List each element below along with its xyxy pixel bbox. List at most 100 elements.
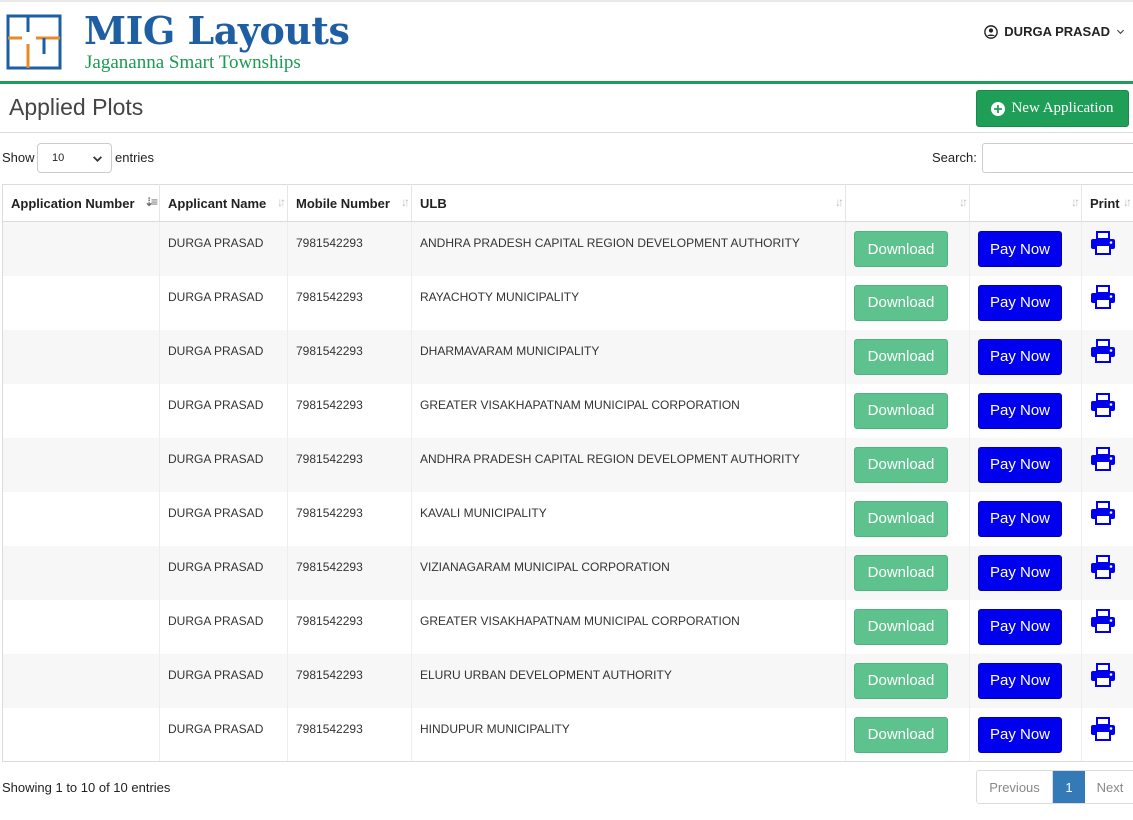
- pay-now-button[interactable]: Pay Now: [978, 716, 1062, 753]
- ulb-cell: DHARMAVARAM MUNICIPALITY: [411, 329, 846, 384]
- sort-icon: ↓↑: [277, 195, 286, 209]
- search-label: Search:: [932, 150, 977, 165]
- download-button[interactable]: Download: [854, 231, 948, 267]
- table-row: DURGA PRASAD 7981542293 DHARMAVARAM MUNICI…: [2, 329, 1133, 384]
- download-cell: Download: [845, 491, 970, 546]
- table-row: DURGA PRASAD 7981542293 GREATER VISAKHAPAT…: [2, 599, 1133, 654]
- ulb-cell: HINDUPUR MUNICIPALITY: [411, 707, 846, 762]
- pay-now-button[interactable]: Pay Now: [978, 231, 1062, 267]
- applicant-name-cell: DURGA PRASAD: [159, 221, 288, 276]
- download-button[interactable]: Download: [854, 338, 948, 375]
- download-button[interactable]: Download: [854, 608, 948, 645]
- pay-now-button[interactable]: Pay Now: [978, 446, 1062, 483]
- title-divider: [0, 132, 1133, 133]
- application-number-cell: [2, 599, 160, 654]
- print-cell: [1081, 653, 1133, 708]
- pay-now-button[interactable]: Pay Now: [978, 662, 1062, 699]
- mobile-number-cell: 7981542293: [287, 545, 412, 600]
- pay-cell: Pay Now: [969, 383, 1082, 438]
- mobile-number-cell: 7981542293: [287, 329, 412, 384]
- mobile-number-cell: 7981542293: [287, 275, 412, 330]
- download-button[interactable]: Download: [854, 716, 948, 753]
- download-button[interactable]: Download: [854, 500, 948, 537]
- pay-cell: Pay Now: [969, 599, 1082, 654]
- sort-icon: ⇣≡: [143, 195, 158, 209]
- entries-select[interactable]: 10: [37, 143, 112, 173]
- application-number-cell: [2, 329, 160, 384]
- printer-icon[interactable]: [1090, 554, 1116, 579]
- printer-icon[interactable]: [1090, 284, 1116, 309]
- pay-now-button[interactable]: Pay Now: [978, 608, 1062, 645]
- mobile-number-cell: 7981542293: [287, 653, 412, 708]
- col-application-number-header[interactable]: Application Number ⇣≡: [2, 184, 160, 222]
- table-info: Showing 1 to 10 of 10 entries: [2, 780, 171, 795]
- printer-icon[interactable]: [1090, 608, 1116, 633]
- download-button[interactable]: Download: [854, 284, 948, 321]
- pay-now-button[interactable]: Pay Now: [978, 338, 1062, 375]
- printer-icon[interactable]: [1090, 662, 1116, 687]
- ulb-cell: GREATER VISAKHAPATNAM MUNICIPAL CORPORAT…: [411, 383, 846, 438]
- table-body: DURGA PRASAD 7981542293 ANDHRA PRADESH CAP…: [2, 221, 1133, 762]
- applicant-name-cell: DURGA PRASAD: [159, 653, 288, 708]
- application-number-cell: [2, 653, 160, 708]
- table-row: DURGA PRASAD 7981542293 RAYACHOTY MUNICIPA…: [2, 275, 1133, 330]
- download-cell: Download: [845, 437, 970, 492]
- print-cell: [1081, 707, 1133, 762]
- col-applicant-name-header[interactable]: Applicant Name ↓↑: [159, 184, 288, 222]
- sort-icon: ↓↑: [1071, 195, 1080, 209]
- download-button[interactable]: Download: [854, 554, 948, 591]
- print-cell: [1081, 383, 1133, 438]
- sort-icon: ↓↑: [835, 195, 844, 209]
- column-header-label: Applicant Name: [168, 195, 267, 211]
- col-pay-header[interactable]: ↓↑: [969, 184, 1082, 222]
- printer-icon[interactable]: [1090, 338, 1116, 363]
- site-header: MIG Layouts Jagananna Smart Townships DU…: [0, 2, 1133, 82]
- applicant-name-cell: DURGA PRASAD: [159, 545, 288, 600]
- search-input[interactable]: [982, 143, 1133, 173]
- application-number-cell: [2, 437, 160, 492]
- printer-icon[interactable]: [1090, 716, 1116, 741]
- col-mobile-number-header[interactable]: Mobile Number ↓↑: [287, 184, 412, 222]
- page-1-button[interactable]: 1: [1053, 771, 1085, 803]
- printer-icon[interactable]: [1090, 446, 1116, 471]
- user-name: DURGA PRASAD: [1004, 24, 1110, 39]
- plus-circle-icon: [991, 101, 1006, 116]
- ulb-cell: ANDHRA PRADESH CAPITAL REGION DEVELOPMEN…: [411, 221, 846, 276]
- applicant-name-cell: DURGA PRASAD: [159, 383, 288, 438]
- print-cell: [1081, 599, 1133, 654]
- new-application-button[interactable]: New Application: [976, 90, 1129, 127]
- printer-icon[interactable]: [1090, 231, 1116, 255]
- table-row: DURGA PRASAD 7981542293 HINDUPUR MUNICIPAL…: [2, 707, 1133, 762]
- application-number-cell: [2, 545, 160, 600]
- user-menu[interactable]: DURGA PRASAD: [984, 24, 1125, 39]
- previous-page-button[interactable]: Previous: [977, 771, 1053, 803]
- column-header-label: ULB: [420, 195, 447, 211]
- print-cell: [1081, 491, 1133, 546]
- table-row: DURGA PRASAD 7981542293 ANDHRA PRADESH CAP…: [2, 221, 1133, 276]
- pay-now-button[interactable]: Pay Now: [978, 392, 1062, 429]
- col-ulb-header[interactable]: ULB ↓↑: [411, 184, 846, 222]
- chevron-down-icon: [93, 156, 102, 162]
- print-cell: [1081, 221, 1133, 276]
- printer-icon[interactable]: [1090, 392, 1116, 417]
- application-number-cell: [2, 383, 160, 438]
- col-download-header[interactable]: ↓↑: [845, 184, 970, 222]
- entries-label: entries: [115, 150, 155, 165]
- table-row: DURGA PRASAD 7981542293 ANDHRA PRADESH CAP…: [2, 437, 1133, 492]
- pay-now-button[interactable]: Pay Now: [978, 500, 1062, 537]
- download-button[interactable]: Download: [854, 392, 948, 429]
- next-page-button[interactable]: Next: [1085, 771, 1133, 803]
- download-button[interactable]: Download: [854, 662, 948, 699]
- download-cell: Download: [845, 221, 970, 276]
- printer-icon[interactable]: [1090, 500, 1116, 525]
- download-button[interactable]: Download: [854, 446, 948, 483]
- applicant-name-cell: DURGA PRASAD: [159, 707, 288, 762]
- ulb-cell: ELURU URBAN DEVELOPMENT AUTHORITY: [411, 653, 846, 708]
- col-print-header[interactable]: Print ↓↑: [1081, 184, 1133, 222]
- pay-now-button[interactable]: Pay Now: [978, 554, 1062, 591]
- table-header-row: Application Number ⇣≡ Applicant Name ↓↑ Mobi…: [2, 184, 1133, 222]
- pay-now-button[interactable]: Pay Now: [978, 284, 1062, 321]
- mobile-number-cell: 7981542293: [287, 707, 412, 762]
- ulb-cell: RAYACHOTY MUNICIPALITY: [411, 275, 846, 330]
- mobile-number-cell: 7981542293: [287, 491, 412, 546]
